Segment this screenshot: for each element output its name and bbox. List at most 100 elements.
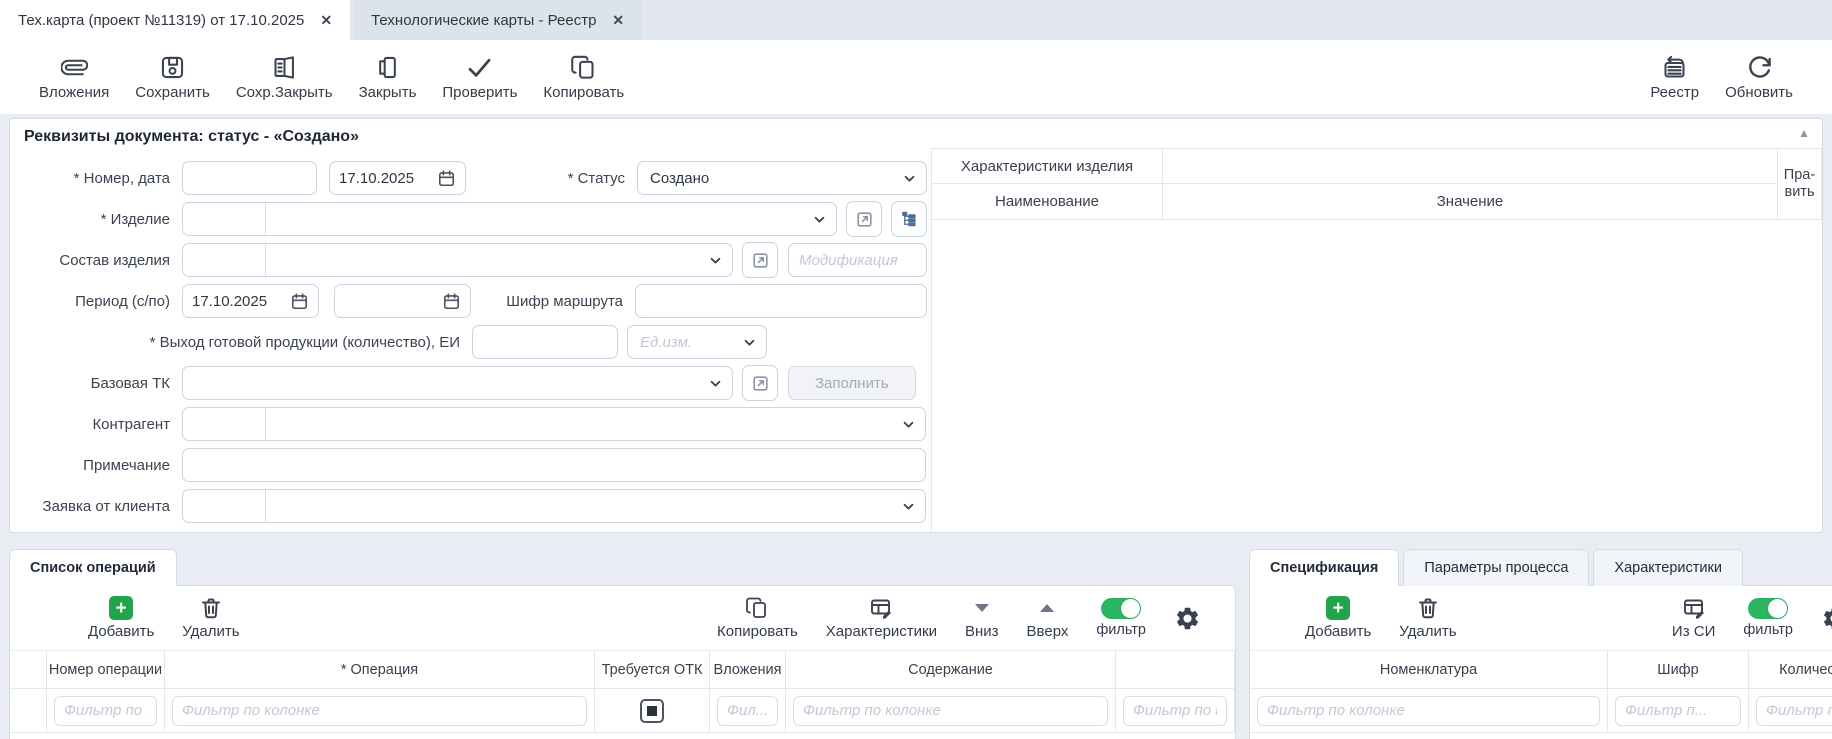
delete-spec-row-button[interactable]: Удалить: [1399, 596, 1456, 640]
copy-icon: [745, 596, 769, 620]
attachments-button[interactable]: Вложения: [26, 54, 122, 101]
tab-characteristics[interactable]: Характеристики: [1593, 549, 1743, 586]
composition-select[interactable]: [182, 243, 733, 277]
content-filter-input[interactable]: [793, 696, 1108, 726]
period-to-field[interactable]: [334, 284, 471, 318]
tab-tech-card[interactable]: Тех.карта (проект №11319) от 17.10.2025 …: [0, 0, 350, 40]
modification-input[interactable]: [788, 243, 927, 277]
grid-settings-button[interactable]: [1174, 605, 1201, 632]
output-quantity-input[interactable]: [472, 325, 618, 359]
calendar-icon[interactable]: [290, 292, 309, 311]
base-tk-open-button[interactable]: [742, 365, 778, 401]
specification-toolbar-right: Из СИ фильтр: [1672, 596, 1832, 640]
period-from-field[interactable]: 17.10.2025: [182, 284, 319, 318]
otk-filter-checkbox[interactable]: [640, 699, 664, 723]
tab-specification[interactable]: Спецификация: [1249, 549, 1399, 586]
toggle-on-icon[interactable]: [1101, 598, 1141, 619]
fill-button[interactable]: Заполнить: [788, 366, 916, 400]
tab-registry[interactable]: Технологические карты - Реестр ✕: [353, 0, 642, 40]
period-label: Период (с/по): [10, 293, 170, 310]
form-row-period: Период (с/по) 17.10.2025 Шифр маршрута: [10, 284, 936, 318]
contractor-code-subfield[interactable]: [183, 408, 266, 440]
tab-process-parameters[interactable]: Параметры процесса: [1403, 549, 1589, 586]
attachments-header[interactable]: Вложения: [710, 651, 786, 689]
quantity-filter-input[interactable]: [1756, 696, 1832, 726]
extra-filter-input[interactable]: [1123, 696, 1227, 726]
registry-button[interactable]: Реестр: [1637, 54, 1712, 101]
characteristics-table-body[interactable]: [932, 220, 1822, 532]
nomenclature-filter-input[interactable]: [1257, 696, 1600, 726]
down-label: Вниз: [965, 623, 999, 640]
delete-operation-button[interactable]: Удалить: [182, 596, 239, 640]
collapse-section-icon[interactable]: ▲: [1798, 126, 1810, 140]
note-label: Примечание: [10, 457, 170, 474]
toggle-on-icon[interactable]: [1748, 598, 1788, 619]
calendar-icon[interactable]: [437, 169, 456, 188]
spec-filter-toggle[interactable]: фильтр: [1743, 598, 1793, 638]
extra-column-header[interactable]: [1116, 651, 1235, 689]
save-close-button[interactable]: Сохр.Закрыть: [223, 54, 346, 101]
registry-label: Реестр: [1650, 84, 1699, 101]
composition-code-subfield[interactable]: [183, 244, 266, 276]
client-request-code-subfield[interactable]: [183, 490, 266, 522]
operation-filter-input[interactable]: [172, 696, 587, 726]
form-row-product: * Изделие: [10, 202, 936, 236]
operation-number-filter-input[interactable]: [54, 696, 157, 726]
note-input[interactable]: [182, 448, 926, 482]
checkmark-icon: [466, 54, 493, 81]
content-header[interactable]: Содержание: [786, 651, 1116, 689]
copy-operation-button[interactable]: Копировать: [717, 596, 798, 640]
client-request-select[interactable]: [182, 489, 926, 523]
close-button[interactable]: Закрыть: [346, 54, 430, 101]
product-structure-button[interactable]: [891, 201, 927, 237]
base-tk-select[interactable]: [182, 366, 733, 400]
from-si-button[interactable]: Из СИ: [1672, 596, 1715, 640]
number-date-label: * Номер, дата: [10, 170, 170, 187]
filter-toggle[interactable]: фильтр: [1096, 598, 1146, 638]
product-code-subfield[interactable]: [183, 203, 266, 235]
calendar-icon[interactable]: [442, 292, 461, 311]
otk-required-header[interactable]: Требуется ОТК: [595, 651, 710, 689]
product-open-button[interactable]: [846, 201, 882, 237]
close-icon[interactable]: ✕: [320, 12, 332, 29]
tab-operations-list[interactable]: Список операций: [9, 549, 177, 586]
gear-icon: [1821, 605, 1832, 632]
copy-button[interactable]: Копировать: [530, 54, 637, 101]
operation-number-header[interactable]: Номер операции: [47, 651, 165, 689]
spec-grid-settings-button[interactable]: [1821, 605, 1832, 632]
check-button[interactable]: Проверить: [429, 54, 530, 101]
product-select[interactable]: [182, 202, 837, 236]
code-filter-input[interactable]: [1615, 696, 1741, 726]
number-input[interactable]: [182, 161, 317, 195]
copy-label: Копировать: [543, 84, 624, 101]
operation-header[interactable]: * Операция: [165, 651, 595, 689]
copy-icon: [570, 54, 597, 81]
unit-select[interactable]: Ед.изм.: [627, 325, 767, 359]
refresh-button[interactable]: Обновить: [1712, 54, 1806, 101]
add-operation-button[interactable]: + Добавить: [88, 596, 154, 640]
up-label: Вверх: [1027, 623, 1069, 640]
route-code-input[interactable]: [635, 284, 927, 318]
close-icon[interactable]: ✕: [612, 12, 624, 29]
table-edit-icon: [869, 596, 893, 620]
contractor-select[interactable]: [182, 407, 926, 441]
row-handle-column-header: [10, 651, 47, 689]
save-button[interactable]: Сохранить: [122, 54, 223, 101]
date-field[interactable]: 17.10.2025: [329, 161, 466, 195]
move-down-button[interactable]: Вниз: [965, 596, 999, 640]
code-header[interactable]: Шифр: [1608, 651, 1749, 689]
form-row-base-tk: Базовая ТК Заполнить: [10, 366, 936, 400]
attachments-filter-input[interactable]: [717, 696, 778, 726]
save-icon: [159, 54, 186, 81]
gear-icon: [1174, 605, 1201, 632]
status-select[interactable]: Создано: [637, 161, 927, 195]
move-up-button[interactable]: Вверх: [1027, 596, 1069, 640]
operation-characteristics-button[interactable]: Характеристики: [826, 596, 937, 640]
add-icon: +: [109, 596, 133, 620]
add-spec-row-button[interactable]: + Добавить: [1305, 596, 1371, 640]
composition-open-button[interactable]: [742, 242, 778, 278]
paperclip-icon: [61, 54, 88, 81]
nomenclature-header[interactable]: Номенклатура: [1250, 651, 1608, 689]
row-handle-filter-cell: [10, 689, 47, 733]
quantity-header[interactable]: Количество: [1749, 651, 1832, 689]
